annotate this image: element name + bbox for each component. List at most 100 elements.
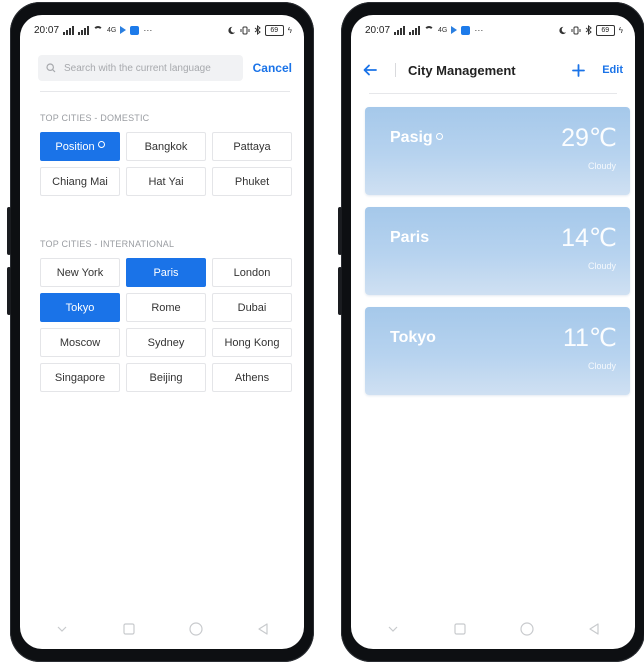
bluetooth-icon: [585, 25, 592, 35]
navigation-bar: [351, 619, 635, 639]
weather-card-condition: Cloudy: [587, 261, 616, 271]
weather-card-city: Paris: [390, 229, 429, 247]
city-option[interactable]: Singapore: [40, 363, 120, 392]
weather-card-city-label: Paris: [390, 229, 430, 246]
city-option-label: New York: [56, 266, 104, 279]
status-bar: 20:07 4G ··· 69 ϟ: [351, 15, 635, 45]
status-bar: 20:07 4G ··· 69 ϟ: [20, 15, 304, 45]
city-option-label: Bangkok: [144, 140, 188, 153]
app-notification-icon: [461, 25, 471, 35]
city-option[interactable]: Tokyo: [40, 293, 120, 322]
city-option[interactable]: Bangkok: [126, 132, 206, 161]
weather-card[interactable]: Tokyo 11℃ Cloudy: [365, 307, 630, 395]
city-option[interactable]: Pattaya: [212, 132, 292, 161]
city-option-label: Sydney: [147, 336, 185, 349]
weather-card-city: Tokyo: [390, 329, 436, 347]
city-management-screen: 20:07 4G ··· 69 ϟ City Management Edit P…: [351, 15, 635, 649]
international-city-grid: New York Paris London Tokyo Rome Dubai Moscow S…: [40, 258, 292, 392]
square-icon[interactable]: [448, 619, 472, 639]
back-button[interactable]: [363, 59, 387, 81]
city-option-label: Position: [55, 140, 95, 153]
screenshot-stage: 20:07 4G ··· 69 ϟ Search with the curren…: [0, 0, 644, 666]
battery-level: 69: [601, 26, 610, 34]
city-option-label: Pattaya: [233, 140, 271, 153]
city-management-header: City Management Edit: [363, 59, 623, 81]
city-option[interactable]: Dubai: [212, 293, 292, 322]
signal-icon-2: [409, 25, 421, 35]
city-option[interactable]: Hat Yai: [126, 167, 206, 196]
weather-card-temperature: 11℃: [562, 324, 617, 352]
add-city-button[interactable]: [568, 59, 588, 81]
chevron-down-icon[interactable]: [50, 619, 74, 639]
signal-icon-2: [78, 25, 90, 35]
battery-icon: 69: [264, 24, 284, 36]
arrow-left-icon: [363, 64, 377, 76]
weather-card-city: Pasig: [390, 129, 443, 147]
app-notification-icon: [130, 25, 140, 35]
weather-card[interactable]: Pasig 29℃ Cloudy: [365, 107, 630, 195]
city-search-screen: 20:07 4G ··· 69 ϟ Search with the curren…: [20, 15, 304, 649]
city-option[interactable]: Sydney: [126, 328, 206, 357]
volume-button: [7, 207, 11, 255]
search-input[interactable]: [62, 61, 235, 75]
city-option[interactable]: Phuket: [212, 167, 292, 196]
city-option-label: Phuket: [234, 175, 270, 188]
moon-icon: [227, 26, 236, 35]
city-option[interactable]: London: [212, 258, 292, 287]
city-option[interactable]: Position: [40, 132, 120, 161]
city-option-label: Singapore: [54, 371, 106, 384]
international-section-title: TOP CITIES - INTERNATIONAL: [40, 239, 175, 249]
vibrate-icon: [571, 26, 581, 35]
more-notifications-icon: ···: [143, 25, 153, 35]
volume-button: [338, 207, 342, 255]
play-icon: [120, 26, 127, 34]
city-option-label: Hat Yai: [148, 175, 184, 188]
battery-icon: 69: [595, 24, 615, 36]
search-icon: [46, 63, 56, 73]
edit-button[interactable]: Edit: [602, 64, 623, 76]
city-option[interactable]: Moscow: [40, 328, 120, 357]
triangle-back-icon[interactable]: [251, 619, 275, 639]
weather-card-city-label: Tokyo: [390, 329, 436, 346]
weather-card-temperature: 14℃: [561, 224, 617, 252]
square-icon[interactable]: [117, 619, 141, 639]
city-option[interactable]: Athens: [212, 363, 292, 392]
weather-card[interactable]: Paris 14℃ Cloudy: [365, 207, 630, 295]
weather-card-condition: Cloudy: [587, 161, 616, 171]
chevron-down-icon[interactable]: [381, 619, 405, 639]
plus-icon: [571, 63, 585, 77]
city-option-label: Dubai: [237, 301, 267, 314]
city-option[interactable]: Hong Kong: [212, 328, 292, 357]
vibrate-icon: [240, 26, 250, 35]
wifi-icon: [93, 26, 104, 34]
city-option[interactable]: Chiang Mai: [40, 167, 120, 196]
network-type: 4G: [107, 26, 117, 34]
city-option[interactable]: Rome: [126, 293, 206, 322]
circle-icon[interactable]: [184, 619, 208, 639]
search-divider: [40, 91, 290, 92]
bluetooth-icon: [254, 25, 261, 35]
network-type: 4G: [438, 26, 448, 34]
search-row: Cancel: [38, 55, 292, 81]
circle-icon[interactable]: [515, 619, 539, 639]
city-option[interactable]: Beijing: [126, 363, 206, 392]
city-option[interactable]: Paris: [126, 258, 206, 287]
city-option-label: Moscow: [59, 336, 101, 349]
triangle-back-icon[interactable]: [582, 619, 606, 639]
power-button: [7, 267, 11, 315]
city-option-label: Hong Kong: [224, 336, 280, 349]
weather-card-city-label: Pasig: [390, 129, 433, 146]
search-box[interactable]: [38, 55, 243, 81]
cancel-button[interactable]: Cancel: [253, 61, 292, 75]
wifi-icon: [424, 26, 435, 34]
city-option-label: Paris: [153, 266, 179, 279]
play-icon: [451, 26, 458, 34]
charging-icon: ϟ: [287, 25, 292, 35]
battery-level: 69: [270, 26, 279, 34]
phone-frame-left: 20:07 4G ··· 69 ϟ Search with the curren…: [7, 2, 314, 662]
power-button: [338, 267, 342, 315]
city-option-label: Rome: [151, 301, 181, 314]
city-option[interactable]: New York: [40, 258, 120, 287]
moon-icon: [558, 26, 567, 35]
more-notifications-icon: ···: [474, 25, 484, 35]
